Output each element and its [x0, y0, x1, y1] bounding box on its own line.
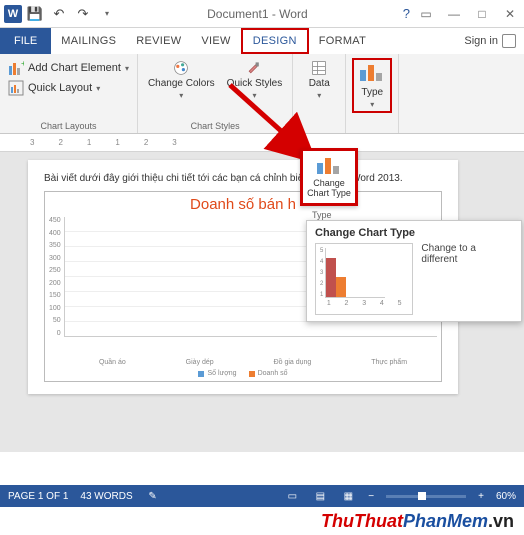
tab-review[interactable]: REVIEW	[126, 28, 191, 54]
redo-button[interactable]: ↷	[72, 3, 94, 25]
quick-layout-button[interactable]: Quick Layout ▾	[6, 78, 131, 98]
watermark-part-2: PhanMem	[403, 511, 488, 532]
watermark-part-3: .vn	[488, 511, 514, 532]
tab-view[interactable]: VIEW	[191, 28, 240, 54]
change-colors-label: Change Colors	[148, 78, 215, 89]
ribbon-tabs: FILE MAILINGS REVIEW VIEW DESIGN FORMAT …	[0, 28, 524, 54]
web-layout-icon[interactable]: ▦	[340, 488, 356, 504]
chevron-down-icon: ▾	[370, 100, 374, 109]
group-label-chart-layouts: Chart Layouts	[6, 119, 131, 131]
chevron-down-icon: ▾	[179, 91, 183, 100]
type-group-label: Type	[312, 210, 332, 220]
quick-layout-icon	[8, 80, 24, 96]
watermark-part-1: ThuThuat	[321, 511, 403, 532]
window-title: Document1 - Word	[118, 7, 397, 21]
tab-mailings[interactable]: MAILINGS	[51, 28, 126, 54]
close-button[interactable]: ✕	[500, 7, 520, 21]
legend-item: Số lượng	[198, 370, 236, 377]
chart-y-axis: 450400350300250200150100500	[49, 217, 64, 337]
help-icon[interactable]: ?	[397, 6, 416, 21]
legend-item: Doanh số	[249, 370, 288, 377]
tab-format[interactable]: FORMAT	[309, 28, 376, 54]
sign-in-label: Sign in	[464, 35, 498, 47]
bars-icon	[316, 155, 342, 177]
read-mode-icon[interactable]: ▭	[284, 488, 300, 504]
ribbon-display-options[interactable]: ▭	[416, 7, 436, 21]
window-controls: ▭ — □ ✕	[416, 7, 520, 21]
group-chart-layouts: + Add Chart Element ▾ Quick Layout ▾ Cha…	[0, 54, 138, 133]
paintbrush-icon	[246, 60, 262, 76]
print-layout-icon[interactable]: ▤	[312, 488, 328, 504]
word-app-icon: W	[4, 5, 22, 23]
chevron-down-icon: ▾	[125, 64, 129, 73]
undo-button[interactable]: ↶	[48, 3, 70, 25]
group-type: Type ▾	[346, 54, 399, 133]
tooltip-preview-chart: 54321 12345	[315, 243, 413, 315]
add-chart-element-button[interactable]: + Add Chart Element ▾	[6, 58, 131, 78]
chart-element-icon: +	[8, 60, 24, 76]
status-bar: PAGE 1 OF 1 43 WORDS ✎ ▭ ▤ ▦ − + 60%	[0, 485, 524, 507]
tab-file[interactable]: FILE	[0, 28, 51, 54]
restore-button[interactable]: □	[472, 7, 492, 21]
page-indicator[interactable]: PAGE 1 OF 1	[8, 491, 68, 502]
user-icon	[502, 34, 516, 48]
tooltip-change-chart-type: Change Chart Type 54321 12345 Change to …	[306, 220, 522, 322]
zoom-slider[interactable]	[386, 495, 466, 498]
zoom-level[interactable]: 60%	[496, 491, 516, 502]
type-button[interactable]: Type ▾	[352, 58, 392, 113]
chart-x-axis: Quần áoGiày dépĐồ gia dụngThực phẩm	[49, 359, 437, 366]
tooltip-title: Change Chart Type	[315, 227, 513, 239]
bars-icon	[359, 62, 385, 85]
change-chart-type-label: Change Chart Type	[305, 179, 353, 199]
qat-customize-dropdown[interactable]: ▾	[96, 3, 118, 25]
watermark: ThuThuatPhanMem.vn	[0, 507, 524, 535]
tooltip-text: Change to a different	[421, 243, 513, 315]
quick-access-toolbar: W 💾 ↶ ↷ ▾	[4, 3, 118, 25]
chevron-down-icon: ▾	[96, 84, 100, 93]
spell-check-icon[interactable]: ✎	[145, 488, 161, 504]
chart-title: Doanh số bán h	[49, 196, 437, 213]
data-grid-icon	[311, 60, 327, 76]
svg-text:+: +	[21, 60, 24, 68]
save-button[interactable]: 💾	[24, 3, 46, 25]
palette-icon	[173, 60, 189, 76]
add-chart-element-label: Add Chart Element	[28, 62, 121, 74]
quick-layout-label: Quick Layout	[28, 82, 92, 94]
zoom-out-button[interactable]: −	[368, 491, 374, 502]
change-chart-type-button[interactable]: Change Chart Type	[300, 148, 358, 206]
minimize-button[interactable]: —	[444, 7, 464, 21]
word-count[interactable]: 43 WORDS	[80, 491, 132, 502]
tab-design[interactable]: DESIGN	[241, 28, 309, 54]
title-bar: W 💾 ↶ ↷ ▾ Document1 - Word ? ▭ — □ ✕	[0, 0, 524, 28]
chart-legend: Số lượng Doanh số	[49, 370, 437, 377]
sign-in-button[interactable]: Sign in	[456, 28, 524, 54]
type-label: Type	[361, 87, 383, 98]
zoom-in-button[interactable]: +	[478, 491, 484, 502]
